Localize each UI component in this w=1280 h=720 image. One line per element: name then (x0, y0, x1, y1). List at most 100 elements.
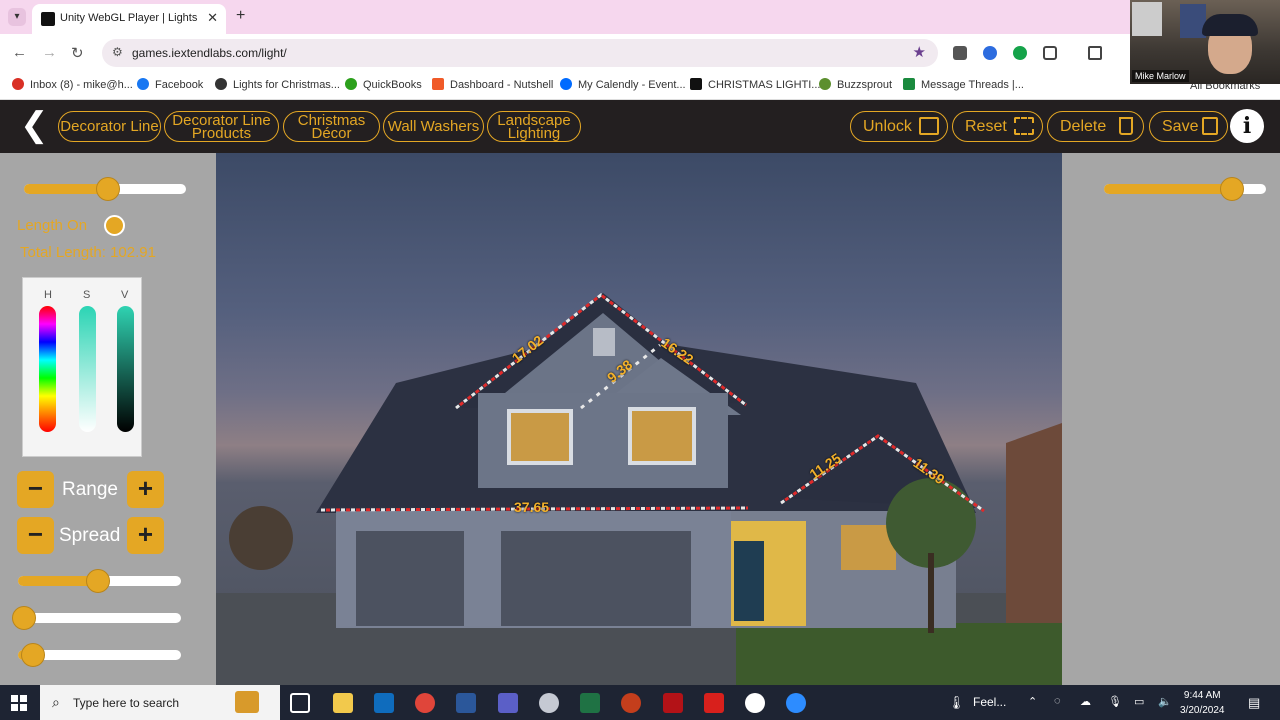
word-icon[interactable] (456, 693, 476, 713)
saturation-slider[interactable] (79, 306, 96, 432)
range-label: Range (62, 479, 118, 500)
speed-slider-knob[interactable] (12, 606, 36, 630)
powerpoint-icon[interactable] (621, 693, 641, 713)
bookmark-quickbooks[interactable]: QuickBooks (345, 78, 422, 91)
file-explorer-icon[interactable] (333, 693, 353, 713)
range-plus-button[interactable]: + (127, 471, 164, 508)
delete-button[interactable]: Delete (1047, 111, 1144, 142)
forward-arrow-icon[interactable]: → (42, 44, 57, 61)
intensity-slider[interactable] (18, 643, 181, 667)
battery-icon[interactable]: ▭ (1134, 695, 1144, 708)
nav-landscape-lighting[interactable]: Landscape Lighting (487, 111, 581, 142)
zoom-extension-icon[interactable] (983, 46, 997, 60)
weather-icon[interactable]: 🌡 (948, 695, 965, 711)
tab-search-button[interactable]: ▾ (8, 8, 26, 26)
back-chevron-icon[interactable]: ❮ (20, 108, 49, 142)
hue-label: H (44, 289, 52, 301)
spread-minus-button[interactable]: − (17, 517, 54, 554)
taskbar-search-box[interactable]: ⌕ Type here to search (40, 685, 280, 720)
notification-icon[interactable]: ▤ (1248, 695, 1260, 711)
nav-christmas-decor[interactable]: Christmas Décor (283, 111, 380, 142)
url-text[interactable]: games.iextendlabs.com/light/ (132, 46, 287, 60)
bookmark-message-threads[interactable]: Message Threads |... (903, 78, 1024, 91)
site-info-icon[interactable]: ⚙ (112, 45, 123, 59)
expand-icon (1014, 117, 1034, 135)
bookmark-buzzsprout[interactable]: Buzzsprout (819, 78, 892, 91)
hue-slider[interactable] (39, 306, 56, 432)
excel-icon[interactable] (580, 693, 600, 713)
windows-start-icon[interactable] (11, 695, 27, 711)
teams-icon[interactable] (498, 693, 518, 713)
value-slider[interactable] (117, 306, 134, 432)
network-icon[interactable]: ◌ (1054, 695, 1061, 707)
range-minus-button[interactable]: − (17, 471, 54, 508)
bookmark-favicon-icon (215, 78, 227, 90)
house-scene-canvas[interactable]: 17.02 9.38 16.22 37.65 11.25 11.39 (216, 153, 1062, 685)
brightness-slider-knob[interactable] (96, 177, 120, 201)
tray-chevron-icon[interactable]: ⌃ (1028, 695, 1037, 708)
nav-decorator-line-products[interactable]: Decorator Line Products (164, 111, 279, 142)
bookmark-inbox[interactable]: Inbox (8) - mike@h... (12, 78, 133, 91)
tab-close-icon[interactable]: ✕ (207, 10, 218, 26)
reload-icon[interactable]: ↻ (71, 44, 84, 62)
speed-slider[interactable] (12, 606, 181, 630)
zoom-icon[interactable] (786, 693, 806, 713)
zoom-slider[interactable] (1104, 177, 1266, 201)
brightness-slider[interactable] (24, 177, 186, 201)
light-size-slider-knob[interactable] (86, 569, 110, 593)
save-label: Save (1162, 117, 1199, 135)
bookmark-nutshell[interactable]: Dashboard - Nutshell (432, 78, 553, 91)
spread-label: Spread (59, 525, 121, 546)
back-arrow-icon[interactable]: ← (12, 44, 27, 61)
save-button[interactable]: Save (1149, 111, 1228, 142)
weather-text[interactable]: Feel... (973, 695, 1006, 709)
delete-label: Delete (1060, 117, 1107, 135)
new-tab-button[interactable]: + (236, 7, 245, 25)
chrome-icon[interactable] (415, 693, 435, 713)
grammarly-icon[interactable] (1013, 46, 1027, 60)
app-icon[interactable] (539, 693, 559, 713)
intensity-slider-knob[interactable] (21, 643, 45, 667)
zoom-slider-fill (1104, 184, 1232, 194)
extensions-puzzle-icon[interactable] (1043, 46, 1057, 60)
bookmarks-bar: Inbox (8) - mike@h... Facebook Lights fo… (0, 72, 1280, 100)
unlock-button[interactable]: Unlock (850, 111, 948, 142)
extension-icon[interactable] (953, 46, 967, 60)
bookmark-calendly[interactable]: My Calendly - Event... (560, 78, 686, 91)
quickbooks-icon (345, 78, 357, 90)
trash-icon (1119, 117, 1133, 135)
image-icon (919, 117, 939, 135)
search-icon: ⌕ (52, 694, 60, 710)
bookmark-facebook[interactable]: Facebook (137, 78, 203, 91)
spread-plus-button[interactable]: + (127, 517, 164, 554)
gmail-icon (12, 78, 24, 90)
info-button[interactable]: i (1230, 109, 1264, 143)
taskbar-clock[interactable]: 9:44 AM 3/20/2024 (1180, 688, 1225, 718)
app-toolbar: ❮ Decorator Line Decorator Line Products… (0, 100, 1280, 153)
acrobat-icon[interactable] (704, 693, 724, 713)
volume-icon[interactable]: 🔈 (1158, 695, 1172, 708)
length-on-label: Length On (17, 217, 88, 234)
nav-decorator-line[interactable]: Decorator Line (58, 111, 161, 142)
light-size-slider[interactable] (18, 569, 181, 593)
task-view-icon[interactable] (290, 693, 310, 713)
bookmark-lights[interactable]: Lights for Christmas... (215, 78, 340, 91)
nav-wall-washers[interactable]: Wall Washers (383, 111, 484, 142)
media-app-icon[interactable] (663, 693, 683, 713)
zoom-slider-knob[interactable] (1220, 177, 1244, 201)
taskbar-search-placeholder: Type here to search (73, 696, 180, 710)
side-panel-icon[interactable] (1088, 46, 1102, 60)
omnibox[interactable]: ⚙ games.iextendlabs.com/light/ ★ (102, 39, 938, 67)
unity-icon (41, 12, 55, 26)
save-icon (1202, 117, 1218, 135)
media-player-icon[interactable] (745, 693, 765, 713)
presenter-cap (1202, 14, 1258, 36)
microphone-icon[interactable]: 🎙 (1108, 695, 1122, 708)
bookmark-christmas-lighting[interactable]: CHRISTMAS LIGHTI... (690, 78, 820, 91)
bookmark-star-icon[interactable]: ★ (913, 43, 926, 61)
length-on-toggle[interactable] (104, 215, 125, 236)
outlook-icon[interactable] (374, 693, 394, 713)
reset-button[interactable]: Reset (952, 111, 1043, 142)
browser-tab-active[interactable]: Unity WebGL Player | Lights ✕ (32, 4, 226, 34)
onedrive-icon[interactable]: ☁ (1080, 695, 1091, 708)
